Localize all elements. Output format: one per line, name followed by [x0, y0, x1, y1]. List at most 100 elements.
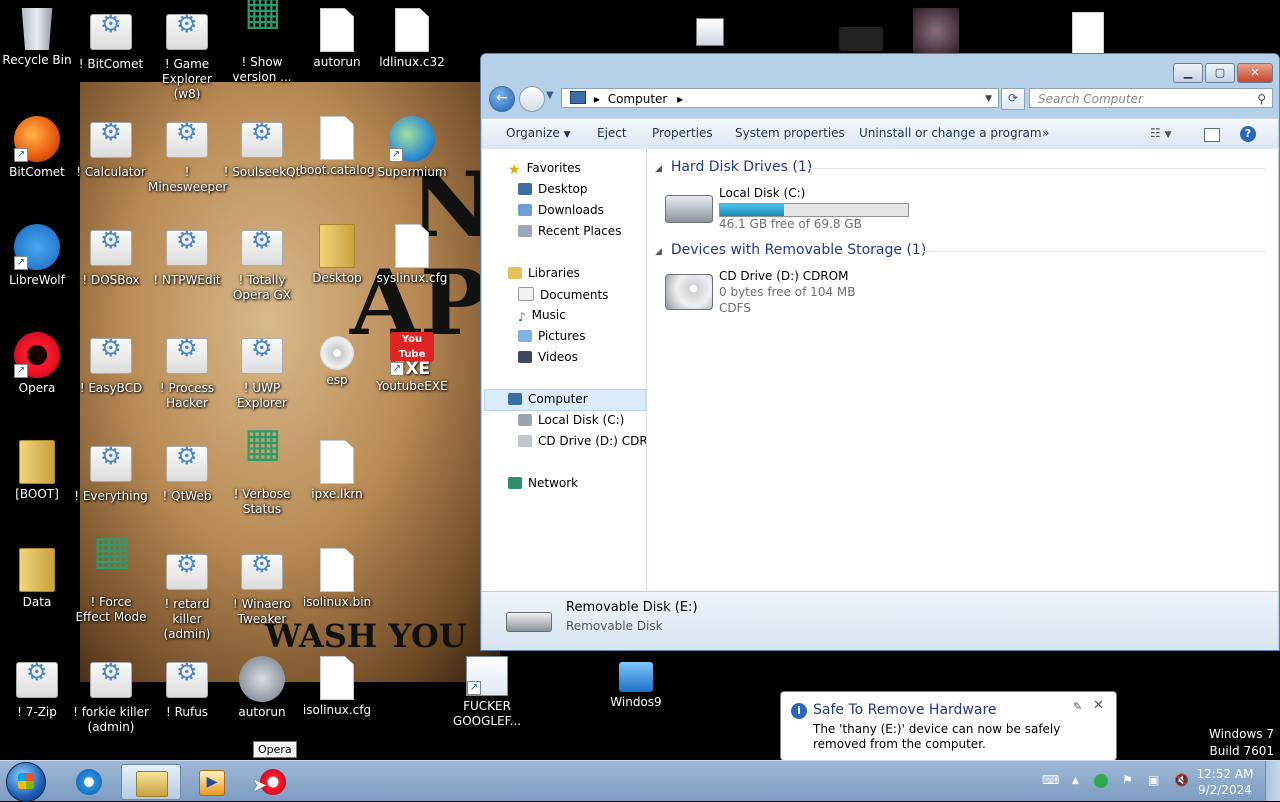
- desktop-icon-soulseekqt[interactable]: ! SoulseekQt: [223, 116, 301, 180]
- action-center-flag-icon[interactable]: ⚑: [1122, 773, 1133, 787]
- desktop-icon-calculator[interactable]: ! Calculator: [72, 116, 150, 180]
- desktop-icon-forkie-killer[interactable]: ! forkie killer (admin): [72, 656, 150, 735]
- nav-pictures[interactable]: Pictures: [518, 329, 586, 343]
- taskbar-media-player[interactable]: ▶: [183, 764, 239, 798]
- desktop-icon-bitcomet-portable[interactable]: ! BitComet: [72, 8, 150, 72]
- address-bar[interactable]: ▸ Computer ▸ ▼: [561, 88, 999, 108]
- desktop-icon-easybcd[interactable]: ! EasyBCD: [72, 332, 150, 396]
- taskbar-explorer[interactable]: [121, 764, 181, 800]
- start-button[interactable]: [6, 762, 46, 802]
- partial-anime-icon[interactable]: [913, 8, 959, 54]
- nav-local-disk[interactable]: Local Disk (C:): [518, 413, 624, 427]
- safely-remove-hardware-icon[interactable]: [1094, 774, 1108, 788]
- nav-computer[interactable]: Computer: [508, 392, 588, 406]
- desktop-icon-ipxe[interactable]: ipxe.lkrn: [298, 440, 376, 502]
- desktop-icon-opera[interactable]: ↗ Opera: [0, 332, 76, 396]
- desktop-icon-ntpwedit[interactable]: ! NTPWEdit: [148, 224, 226, 288]
- desktop-icon-isolinux-bin[interactable]: isolinux.bin: [298, 548, 376, 610]
- minimize-button[interactable]: ▁: [1173, 63, 1203, 83]
- address-dropdown-icon[interactable]: ▼: [985, 89, 992, 109]
- drive-d[interactable]: CD Drive (D:) CDROM 0 bytes free of 104 …: [657, 266, 917, 318]
- desktop-icon-verbose-status[interactable]: ! Verbose Status: [223, 436, 301, 517]
- uninstall-program-button[interactable]: Uninstall or change a program: [859, 126, 1042, 140]
- window-titlebar[interactable]: [481, 54, 1279, 86]
- nav-favorites[interactable]: ★ Favorites: [508, 161, 581, 178]
- desktop-icon-recycle-bin[interactable]: Recycle Bin: [0, 8, 76, 68]
- notification-balloon[interactable]: i Safe To Remove Hardware The 'thany (E:…: [780, 691, 1117, 761]
- display-icon[interactable]: ▣: [1148, 773, 1159, 787]
- group-hard-disk-drives[interactable]: ◢ Hard Disk Drives (1): [655, 159, 812, 175]
- eject-button[interactable]: Eject: [597, 126, 627, 140]
- desktop-icon-data[interactable]: Data: [0, 548, 76, 610]
- notification-close-icon[interactable]: ✕: [1093, 698, 1104, 713]
- volume-muted-icon[interactable]: 🔇: [1174, 773, 1189, 787]
- desktop-icon-retard-killer[interactable]: ! retard killer (admin): [148, 548, 226, 642]
- explorer-window[interactable]: ▁ ▢ ✕ ← ▼ ▸ Computer ▸ ▼ ⟳ Search Comput…: [480, 53, 1280, 651]
- show-hidden-icons-icon[interactable]: ▲: [1072, 776, 1079, 786]
- view-options-icon[interactable]: ☷ ▼: [1150, 126, 1172, 140]
- drive-c[interactable]: Local Disk (C:) 46.1 GB free of 69.8 GB: [657, 183, 917, 233]
- desktop-icon-minesweeper[interactable]: ! Minesweeper: [148, 116, 227, 195]
- show-desktop-button[interactable]: [1265, 761, 1280, 801]
- partial-file-icon[interactable]: [1072, 12, 1104, 54]
- nav-music[interactable]: ♪ Music: [518, 308, 566, 324]
- desktop-icon-autorun-wolf[interactable]: autorun: [223, 656, 301, 720]
- pin-icon[interactable]: ✎: [1073, 700, 1082, 713]
- desktop-icon-youtubeexe[interactable]: You Tube EXE ↗ YoutubeEXE: [373, 332, 451, 394]
- forward-button[interactable]: [519, 86, 545, 112]
- desktop-icon-everything[interactable]: ! Everything: [72, 440, 150, 504]
- nav-libraries[interactable]: Libraries: [508, 266, 580, 280]
- properties-button[interactable]: Properties: [652, 126, 713, 140]
- desktop-icon-game-explorer[interactable]: ! Game Explorer (w8): [148, 8, 226, 102]
- desktop-icon-librewolf[interactable]: ↗ LibreWolf: [0, 224, 76, 288]
- search-input[interactable]: Search Computer ⚲: [1029, 88, 1273, 108]
- preview-pane-icon[interactable]: [1204, 128, 1220, 142]
- taskbar-internet-explorer[interactable]: [60, 764, 116, 798]
- desktop-icon-boot-catalog[interactable]: boot.catalog: [298, 116, 376, 178]
- desktop-icon-bitcomet[interactable]: ↗ BitComet: [0, 116, 76, 180]
- desktop-icon-7zip[interactable]: ! 7-Zip: [0, 656, 76, 720]
- desktop-icon-ldlinux[interactable]: ldlinux.c32: [373, 8, 451, 70]
- clock[interactable]: 12:52 AM 9/2/2024: [1192, 766, 1258, 798]
- maximize-button[interactable]: ▢: [1205, 63, 1235, 83]
- organize-button[interactable]: Organize ▼: [506, 126, 571, 140]
- nav-recent-places[interactable]: Recent Places: [518, 224, 621, 238]
- system-properties-button[interactable]: System properties: [735, 126, 845, 140]
- desktop-icon-winaero-tweaker[interactable]: ! Winaero Tweaker: [223, 548, 301, 627]
- partial-dark-icon[interactable]: [839, 27, 883, 51]
- refresh-button[interactable]: ⟳: [1001, 88, 1025, 110]
- nav-cd-drive[interactable]: CD Drive (D:) CDROM: [518, 434, 646, 448]
- desktop-icon-fucker-googlef[interactable]: ↗ FUCKER GOOGLEF...: [448, 656, 526, 729]
- desktop-icon-syslinux-cfg[interactable]: syslinux.cfg: [373, 224, 451, 286]
- desktop-icon-windos9[interactable]: Windos9: [597, 656, 675, 710]
- desktop-icon-dosbox[interactable]: ! DOSBox: [72, 224, 150, 288]
- nav-desktop[interactable]: Desktop: [518, 182, 588, 196]
- desktop-icon-boot[interactable]: [BOOT]: [0, 440, 76, 502]
- nav-network[interactable]: Network: [508, 476, 578, 490]
- breadcrumb-computer[interactable]: Computer: [608, 92, 668, 106]
- desktop-icon-uwp-explorer[interactable]: ! UWP Explorer: [223, 332, 301, 411]
- group-removable-storage[interactable]: ◢ Devices with Removable Storage (1): [655, 242, 926, 258]
- desktop-icon-autorun[interactable]: autorun: [298, 8, 376, 70]
- desktop-icon-force-effect-mode[interactable]: ! Force Effect Mode: [72, 544, 150, 625]
- desktop-icon-rufus[interactable]: ! Rufus: [148, 656, 226, 720]
- desktop-icon-qtweb[interactable]: ! QtWeb: [148, 440, 226, 504]
- back-button[interactable]: ←: [489, 86, 515, 112]
- recent-pages-dropdown-icon[interactable]: ▼: [546, 90, 554, 101]
- desktop-icon-supermium[interactable]: ↗ Supermium: [373, 116, 451, 180]
- close-button[interactable]: ✕: [1237, 63, 1273, 83]
- nav-downloads[interactable]: Downloads: [518, 203, 604, 217]
- more-commands-button[interactable]: »: [1042, 126, 1049, 140]
- nav-documents[interactable]: Documents: [518, 287, 608, 302]
- keyboard-icon[interactable]: ⌨: [1042, 773, 1059, 787]
- desktop-icon-process-hacker[interactable]: ! Process Hacker: [148, 332, 226, 411]
- desktop-icon-totally-opera-gx[interactable]: ! Totally Opera GX: [223, 224, 301, 303]
- partial-window-icon[interactable]: [696, 18, 724, 46]
- desktop-icon-show-version[interactable]: ! Show version ...: [223, 4, 301, 85]
- desktop-icon-label: syslinux.cfg: [376, 271, 448, 285]
- desktop-icon-esp[interactable]: esp: [298, 332, 376, 388]
- desktop-icon-desktop-folder[interactable]: Desktop: [298, 224, 376, 286]
- nav-videos[interactable]: Videos: [518, 350, 578, 364]
- help-icon[interactable]: ?: [1240, 126, 1256, 142]
- desktop-icon-isolinux-cfg[interactable]: isolinux.cfg: [298, 656, 376, 718]
